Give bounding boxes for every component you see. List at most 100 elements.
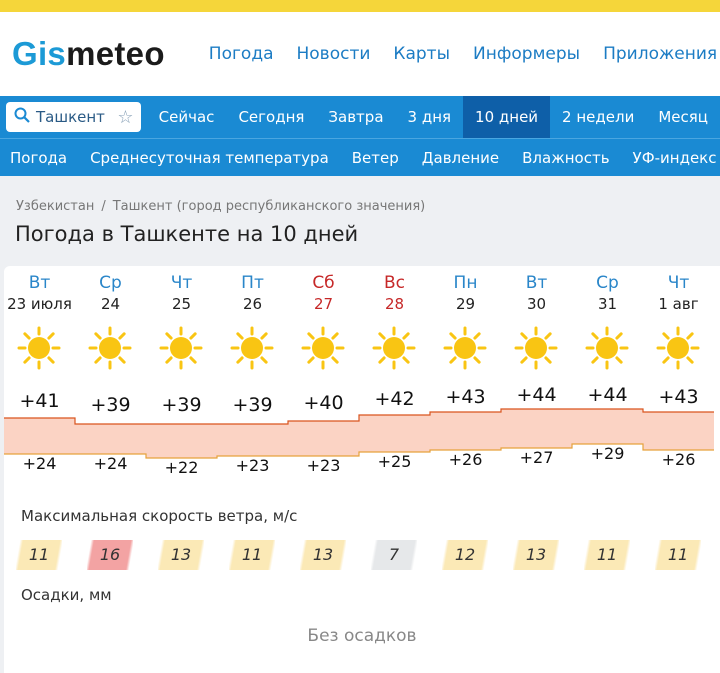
precipitation-section-title: Осадки, мм	[21, 586, 112, 604]
day-column-header[interactable]: Вт 23 июля	[4, 266, 75, 313]
search-city-value: Ташкент	[36, 108, 105, 126]
breadcrumb-separator: /	[101, 199, 106, 214]
temperature-min: +26	[448, 450, 483, 469]
temperature-max: +44	[516, 384, 557, 406]
day-date: 30	[526, 295, 547, 313]
breadcrumb: Узбекистан / Ташкент (город республиканско…	[0, 177, 720, 214]
tab-today[interactable]: Сегодня	[226, 96, 316, 138]
day-of-week: Ср	[596, 273, 619, 293]
day-of-week: Вт	[28, 273, 51, 293]
no-precipitation-text: Без осадков	[307, 626, 417, 646]
wind-speed-value: 13	[513, 540, 559, 570]
day-of-week: Вт	[525, 273, 548, 293]
nav-link-maps[interactable]: Карты	[393, 44, 450, 64]
wind-speed-value: 11	[229, 540, 275, 570]
temperature-max: +44	[587, 384, 628, 406]
star-icon[interactable]: ☆	[117, 107, 133, 128]
wind-section-title: Максимальная скорость ветра, м/с	[21, 507, 298, 525]
day-column-header[interactable]: Вс 28	[359, 266, 430, 313]
day-of-week: Вс	[383, 273, 405, 293]
day-of-week: Чт	[170, 273, 193, 293]
day-of-week: Чт	[667, 273, 690, 293]
temperature-min: +29	[590, 444, 625, 463]
tab-now[interactable]: Сейчас	[147, 96, 227, 138]
breadcrumb-country[interactable]: Узбекистан	[16, 199, 94, 214]
forecast-card: Максимальная скорость ветра, м/с Осадки,…	[4, 266, 720, 673]
day-of-week: Сб	[312, 273, 335, 293]
city-search-input[interactable]: Ташкент ☆	[6, 102, 142, 132]
wind-speed-value: 11	[16, 540, 62, 570]
search-icon	[14, 107, 30, 127]
temperature-max: +39	[161, 394, 202, 416]
site-header: Gismeteo Погода Новости Карты Информеры …	[0, 12, 720, 96]
day-of-week: Пн	[453, 273, 478, 293]
temperature-max: +41	[19, 390, 60, 412]
wind-speed-value: 16	[87, 540, 133, 570]
day-column-header[interactable]: Чт 1 авг	[643, 266, 714, 313]
temperature-min: +22	[164, 458, 199, 477]
wind-speed-value: 13	[158, 540, 204, 570]
subnav-pressure[interactable]: Давление	[422, 149, 499, 167]
temperature-min: +23	[235, 456, 270, 475]
day-column-header[interactable]: Чт 25	[146, 266, 217, 313]
subnav-avg-temp[interactable]: Среднесуточная температура	[90, 149, 329, 167]
day-date: 31	[597, 295, 618, 313]
sunny-icon	[17, 326, 61, 370]
temperature-max: +40	[303, 392, 344, 414]
wind-speed-value: 13	[300, 540, 346, 570]
wind-speed-value: 7	[371, 540, 417, 570]
sunny-icon	[159, 326, 203, 370]
day-date: 26	[242, 295, 263, 313]
sunny-icon	[88, 326, 132, 370]
subnav-weather[interactable]: Погода	[10, 149, 67, 167]
wind-speed-value: 12	[442, 540, 488, 570]
subnav-uv-index[interactable]: УФ-индекс	[633, 149, 717, 167]
period-tabs-bar: Ташкент ☆ Сейчас Сегодня Завтра 3 дня 10…	[0, 96, 720, 138]
sunny-icon	[301, 326, 345, 370]
temperature-min: +27	[519, 448, 554, 467]
day-of-week: Пт	[241, 273, 264, 293]
day-date: 28	[384, 295, 405, 313]
temperature-max: +39	[232, 394, 273, 416]
breadcrumb-city[interactable]: Ташкент (город республиканского значения…	[113, 199, 426, 214]
subnav-wind[interactable]: Ветер	[352, 149, 399, 167]
temperature-min: +24	[22, 454, 57, 473]
wind-speed-value: 11	[584, 540, 630, 570]
sunny-icon	[514, 326, 558, 370]
day-date: 27	[313, 295, 334, 313]
day-column-header[interactable]: Пт 26	[217, 266, 288, 313]
tab-month[interactable]: Месяц	[646, 96, 720, 138]
temperature-min: +23	[306, 456, 341, 475]
tab-3-days[interactable]: 3 дня	[396, 96, 464, 138]
subnav-humidity[interactable]: Влажность	[522, 149, 609, 167]
sunny-icon	[230, 326, 274, 370]
day-column-header[interactable]: Ср 31	[572, 266, 643, 313]
nav-link-apps[interactable]: Приложения	[603, 44, 717, 64]
temperature-max: +43	[445, 386, 486, 408]
day-column-header[interactable]: Вт 30	[501, 266, 572, 313]
day-column-header[interactable]: Пн 29	[430, 266, 501, 313]
parameter-subnav: Погода Среднесуточная температура Ветер …	[0, 138, 720, 176]
temperature-max: +42	[374, 388, 415, 410]
sunny-icon	[656, 326, 700, 370]
nav-link-news[interactable]: Новости	[297, 44, 371, 64]
day-date: 23 июля	[7, 295, 72, 313]
sunny-icon	[443, 326, 487, 370]
temperature-min: +24	[93, 454, 128, 473]
top-accent-stripe	[0, 0, 720, 12]
sunny-icon	[372, 326, 416, 370]
day-date: 1 авг	[658, 295, 699, 313]
day-date: 24	[100, 295, 121, 313]
gismeteo-logo[interactable]: Gismeteo	[12, 35, 165, 73]
tab-2-weeks[interactable]: 2 недели	[550, 96, 646, 138]
main-nav: Погода Новости Карты Информеры Приложени…	[209, 44, 720, 64]
temperature-max: +43	[658, 386, 699, 408]
day-date: 25	[171, 295, 192, 313]
temperature-max: +39	[90, 394, 131, 416]
day-column-header[interactable]: Сб 27	[288, 266, 359, 313]
tab-tomorrow[interactable]: Завтра	[316, 96, 395, 138]
nav-link-weather[interactable]: Погода	[209, 44, 274, 64]
nav-link-informers[interactable]: Информеры	[473, 44, 580, 64]
day-column-header[interactable]: Ср 24	[75, 266, 146, 313]
tab-10-days[interactable]: 10 дней	[463, 96, 551, 138]
